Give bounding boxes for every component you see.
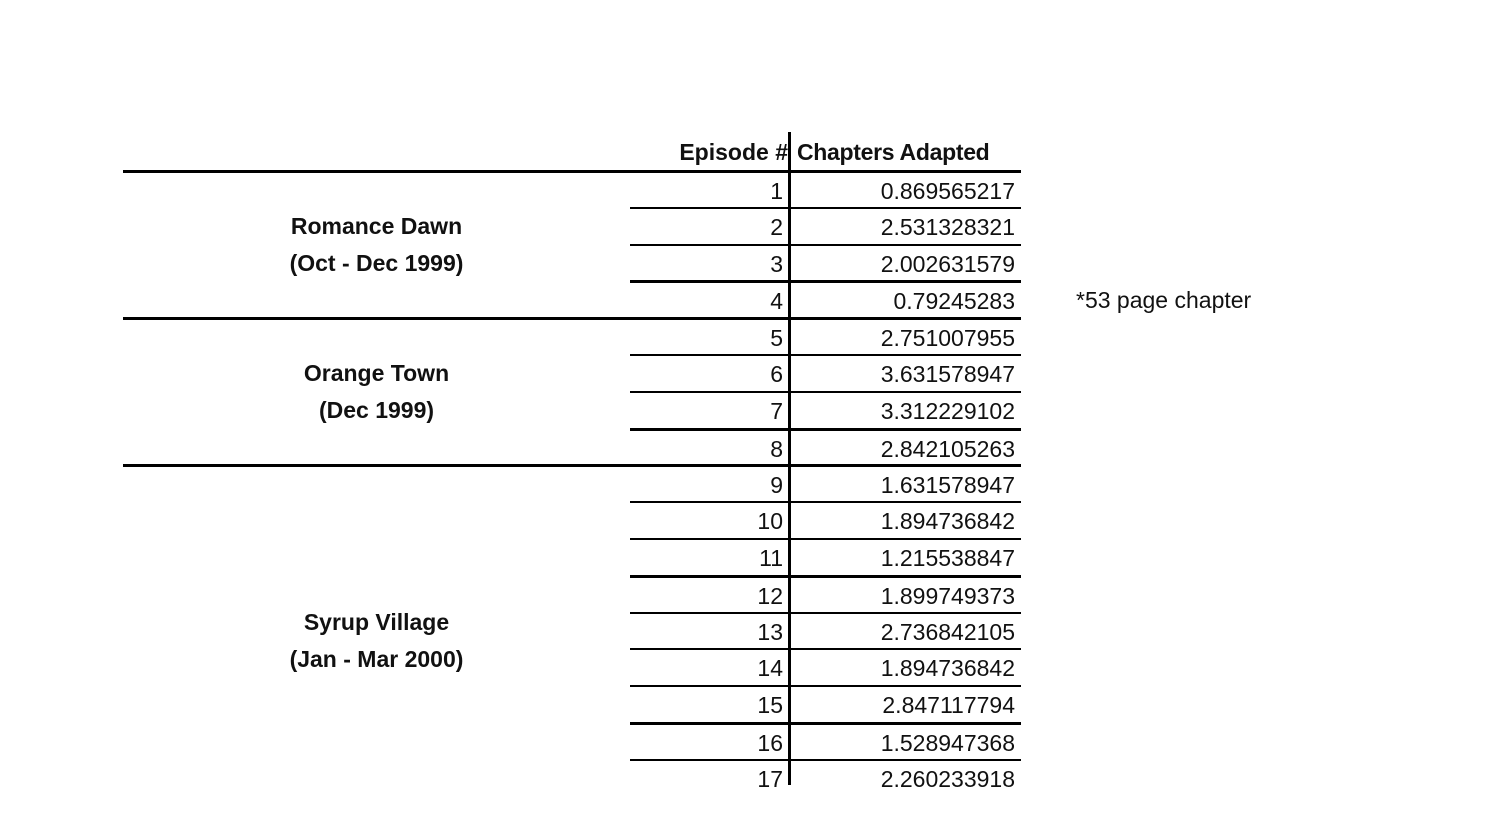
episode-number-cell[interactable]: 10 bbox=[630, 503, 783, 539]
episode-number-cell[interactable]: 8 bbox=[630, 431, 783, 467]
chapters-adapted-cell[interactable]: 2.847117794 bbox=[791, 687, 1015, 723]
table-row: 16 1.528947368 bbox=[630, 722, 1021, 759]
chapters-adapted-cell[interactable]: 2.002631579 bbox=[791, 246, 1015, 282]
arc-name: Romance Dawn bbox=[290, 213, 463, 240]
arc-name: Orange Town bbox=[303, 360, 450, 387]
episode-number-cell[interactable]: 7 bbox=[630, 393, 783, 429]
arc-group-syrup-village[interactable]: Syrup Village (Jan - Mar 2000) bbox=[123, 464, 630, 815]
episode-number-cell[interactable]: 14 bbox=[630, 650, 783, 686]
chapters-adapted-cell[interactable]: 2.842105263 bbox=[791, 431, 1015, 467]
episode-number-cell[interactable]: 2 bbox=[630, 209, 783, 245]
chapters-adapted-cell[interactable]: 3.312229102 bbox=[791, 393, 1015, 429]
arc-group-romance-dawn[interactable]: Romance Dawn (Oct - Dec 1999) bbox=[123, 170, 630, 317]
header-chapters-adapted: Chapters Adapted bbox=[797, 139, 990, 165]
episode-number-cell[interactable]: 15 bbox=[630, 687, 783, 723]
chapters-adapted-cell[interactable]: 1.215538847 bbox=[791, 540, 1015, 576]
episode-number-cell[interactable]: 12 bbox=[630, 578, 783, 614]
episode-number-cell[interactable]: 1 bbox=[630, 173, 783, 209]
table-row: 17 2.260233918 bbox=[630, 758, 1021, 797]
episode-number-cell[interactable]: 9 bbox=[630, 467, 783, 503]
chapters-adapted-cell[interactable]: 2.260233918 bbox=[791, 761, 1015, 797]
table-row: 14 1.894736842 bbox=[630, 648, 1021, 685]
header-episode-number: Episode # bbox=[679, 139, 788, 165]
table-row: 4 0.79245283 bbox=[630, 280, 1021, 317]
episode-number-cell[interactable]: 17 bbox=[630, 761, 783, 797]
episode-number-cell[interactable]: 4 bbox=[630, 283, 783, 319]
chapters-adapted-cell[interactable]: 2.531328321 bbox=[791, 209, 1015, 245]
episode-number-cell[interactable]: 3 bbox=[630, 246, 783, 282]
table-row: 2 2.531328321 bbox=[630, 206, 1021, 245]
table-row: 13 2.736842105 bbox=[630, 611, 1021, 650]
table-row: 6 3.631578947 bbox=[630, 354, 1021, 391]
episode-number-cell[interactable]: 5 bbox=[630, 320, 783, 356]
chapters-adapted-cell[interactable]: 2.751007955 bbox=[791, 320, 1015, 356]
note-53-page-chapter: *53 page chapter bbox=[1076, 287, 1252, 313]
table-row: 1 0.869565217 bbox=[630, 170, 1021, 207]
table-row: 3 2.002631579 bbox=[630, 243, 1021, 282]
chapters-adapted-cell[interactable]: 0.869565217 bbox=[791, 173, 1015, 209]
table-row: 10 1.894736842 bbox=[630, 501, 1021, 538]
chapters-adapted-cell[interactable]: 2.736842105 bbox=[791, 614, 1015, 650]
table-row: 8 2.842105263 bbox=[630, 427, 1021, 467]
table-row: 15 2.847117794 bbox=[630, 685, 1021, 722]
arc-dates: (Dec 1999) bbox=[318, 397, 435, 424]
chapters-adapted-cell[interactable]: 1.894736842 bbox=[791, 503, 1015, 539]
arc-name: Syrup Village bbox=[303, 609, 450, 636]
arc-dates: (Jan - Mar 2000) bbox=[289, 646, 464, 673]
episode-number-cell[interactable]: 6 bbox=[630, 356, 783, 392]
table-row: 9 1.631578947 bbox=[630, 464, 1021, 501]
chapters-adapted-cell[interactable]: 1.528947368 bbox=[791, 725, 1015, 761]
chapters-adapted-cell[interactable]: 1.631578947 bbox=[791, 467, 1015, 503]
spreadsheet-table: Episode # Chapters Adapted Romance Dawn (… bbox=[0, 0, 1500, 792]
table-row: 5 2.751007955 bbox=[630, 317, 1021, 354]
arc-group-orange-town[interactable]: Orange Town (Dec 1999) bbox=[123, 317, 630, 464]
table-row: 7 3.312229102 bbox=[630, 390, 1021, 429]
chapters-adapted-cell[interactable]: 1.899749373 bbox=[791, 578, 1015, 614]
episode-number-cell[interactable]: 16 bbox=[630, 725, 783, 761]
episode-number-cell[interactable]: 11 bbox=[630, 540, 783, 576]
chapters-adapted-cell[interactable]: 0.79245283 bbox=[791, 283, 1015, 319]
arc-dates: (Oct - Dec 1999) bbox=[289, 250, 464, 277]
episode-number-cell[interactable]: 13 bbox=[630, 614, 783, 650]
chapters-adapted-cell[interactable]: 1.894736842 bbox=[791, 650, 1015, 686]
chapters-adapted-cell[interactable]: 3.631578947 bbox=[791, 356, 1015, 392]
table-row: 12 1.899749373 bbox=[630, 574, 1021, 614]
table-row: 11 1.215538847 bbox=[630, 538, 1021, 575]
